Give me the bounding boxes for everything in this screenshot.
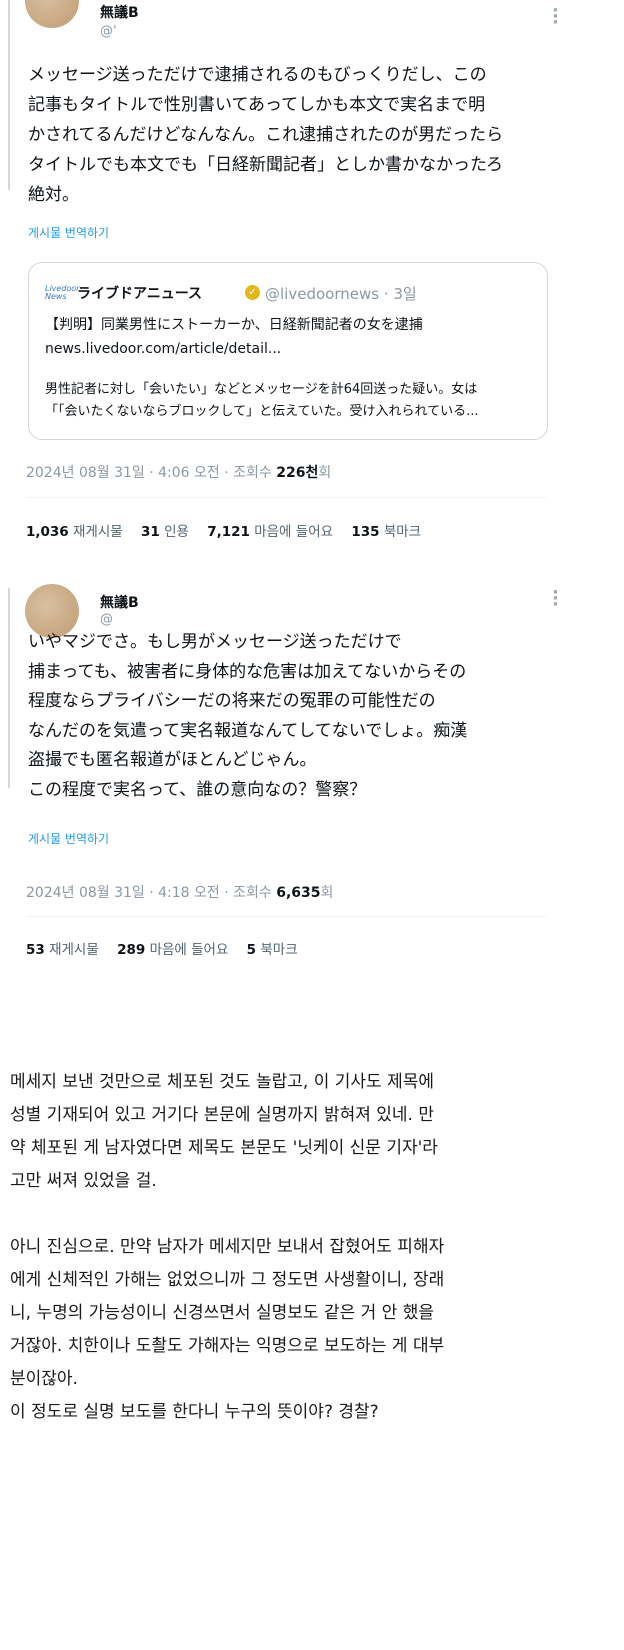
quote-desc-line: 男性記者に対し「会いたい」などとメッセージを計64回送った疑い。女は <box>45 382 478 397</box>
translation-line: 성별 기재되어 있고 거기다 본문에 실명까지 밝혀져 있네. 만 <box>10 1105 434 1125</box>
stat-label: 재게시물 <box>49 942 99 958</box>
tweet-meta: 2024년 08월 31일 · 4:18 오전 · 조회수 6,635회 <box>26 882 333 902</box>
tweet-body: メッセージ送っただけで逮捕されるのもびっくりだし、この 記事もタイトルで性別書い… <box>28 60 568 210</box>
quote-tweet-card[interactable]: Livedoor News ライブドアニュース ✓ @livedoornews … <box>28 262 548 440</box>
stat-likes[interactable]: 7,121 마음에 들어요 <box>207 524 333 540</box>
author-handle[interactable]: @ <box>100 612 113 627</box>
timestamp-views[interactable]: 2024년 08월 31일 · 4:18 오전 · 조회수 <box>26 885 276 901</box>
stat-reposts[interactable]: 1,036 재게시물 <box>26 524 123 540</box>
quote-desc-line: 「「会いたくないならブロックして」と伝えていた。受け入れられている... <box>45 404 479 419</box>
timestamp-views[interactable]: 2024년 08월 31일 · 4:06 오전 · 조회수 <box>26 465 276 481</box>
body-line: タイトルでも本文でも「日経新聞記者」としか書かなかったろ <box>28 155 503 175</box>
author-name[interactable]: 無議B <box>100 2 139 22</box>
quote-title: 【判明】同業男性にストーカーか、日経新聞記者の女を逮捕 news.livedoo… <box>45 313 535 361</box>
body-line: なんだのを気遣って実名報道なんてしてないでしょ。痴漢 <box>28 720 468 741</box>
divider <box>26 916 546 917</box>
stat-num: 1,036 <box>26 524 69 540</box>
translation-line: 약 체포된 게 남자였다면 제목도 본문도 '닛케이 신문 기자'라 <box>10 1138 438 1158</box>
translation-line: 에게 신체적인 가해는 없었으니까 그 정도면 사생활이니, 장래 <box>10 1270 445 1290</box>
thread-line <box>8 588 10 788</box>
translation-line: 고만 써져 있었을 걸. <box>10 1171 157 1191</box>
body-line: 程度ならプライバシーだの将来だの冤罪の可能性だの <box>28 691 436 711</box>
engagement-stats: 53 재게시물 289 마음에 들어요 5 북마크 <box>26 938 312 958</box>
divider <box>26 497 546 498</box>
body-line: かされてるんだけどなんなん。これ逮捕されたのが男だったら <box>28 125 504 145</box>
stat-bookmarks[interactable]: 135 북마크 <box>351 524 421 540</box>
body-line: メッセージ送っただけで逮捕されるのもびっくりだし、この <box>28 65 487 85</box>
stat-bookmarks[interactable]: 5 북마크 <box>247 942 298 958</box>
engagement-stats: 1,036 재게시물 31 인용 7,121 마음에 들어요 135 북마크 <box>26 520 435 540</box>
translation-text: 메세지 보낸 것만으로 체포된 것도 놀랍고, 이 기사도 제목에 성별 기재되… <box>10 1066 590 1462</box>
body-line: 記事もタイトルで性別書いてあってしかも本文で実名まで明 <box>28 95 486 115</box>
tweet-meta: 2024년 08월 31일 · 4:06 오전 · 조회수 226천회 <box>26 462 331 482</box>
body-line: 捕まっても、被害者に身体的な危害は加えてないからその <box>28 661 467 682</box>
more-vertical-icon[interactable]: · · · <box>552 2 559 32</box>
stat-num: 31 <box>140 524 160 540</box>
translation-line: 분이잖아. <box>10 1369 78 1389</box>
stat-num: 135 <box>351 524 380 540</box>
translation-paragraph-2: 아니 진심으로. 만약 남자가 메세지만 보내서 잡혔어도 피해자 에게 신체적… <box>10 1231 590 1429</box>
views-count: 226천 <box>276 465 319 481</box>
quote-handle-time[interactable]: @livedoornews · 3일 <box>265 283 417 304</box>
stat-quotes[interactable]: 31 인용 <box>141 524 189 540</box>
stat-num: 53 <box>26 942 45 958</box>
views-count: 6,635 <box>276 885 321 901</box>
body-line: 絶対。 <box>28 185 79 205</box>
tweet-1[interactable]: 無議B @' · · · メッセージ送っただけで逮捕されるのもびっくりだし、この 記… <box>0 0 624 560</box>
thread-line <box>8 0 10 190</box>
news-logo-icon: Livedoor News <box>45 284 80 301</box>
author-handle[interactable]: @' <box>100 24 117 39</box>
translation-line: 이 정도로 실명 보도를 한다니 누구의 뜻이야? 경찰? <box>10 1402 379 1422</box>
more-vertical-icon[interactable]: · · · <box>552 584 559 614</box>
stat-label: 마음에 들어요 <box>254 524 334 540</box>
translate-link[interactable]: 게시물 번역하기 <box>28 830 109 847</box>
translation-line: 니, 누명의 가능성이니 신경쓰면서 실명보도 같은 거 안 했을 <box>10 1303 434 1323</box>
stat-label: 인용 <box>164 524 189 540</box>
stat-label: 마음에 들어요 <box>149 942 229 958</box>
stat-label: 재게시물 <box>73 524 123 540</box>
stat-num: 289 <box>117 942 146 958</box>
body-line: この程度で実名って、誰の意向なの？警察？ <box>28 779 367 800</box>
views-suffix: 회 <box>318 465 332 481</box>
quote-description: 男性記者に対し「会いたい」などとメッセージを計64回送った疑い。女は 「「会いた… <box>45 379 541 423</box>
translation-line: 거잖아. 치한이나 도촬도 가해자는 익명으로 보도하는 게 대부 <box>10 1336 445 1356</box>
stat-num: 5 <box>246 942 257 958</box>
translate-link[interactable]: 게시물 번역하기 <box>28 224 109 241</box>
verified-badge-icon: ✓ <box>245 285 260 300</box>
quote-link[interactable]: news.livedoor.com/article/detail... <box>45 337 535 361</box>
stat-likes[interactable]: 289 마음에 들어요 <box>117 942 228 958</box>
stat-label: 북마크 <box>260 942 298 958</box>
translation-line: 아니 진심으로. 만약 남자가 메세지만 보내서 잡혔어도 피해자 <box>10 1237 445 1257</box>
stat-num: 7,121 <box>207 524 250 540</box>
translation-line: 메세지 보낸 것만으로 체포된 것도 놀랍고, 이 기사도 제목에 <box>10 1072 434 1092</box>
quote-author-name[interactable]: ライブドアニュース <box>77 283 202 303</box>
news-logo-text: Livedoor News <box>45 284 80 301</box>
translation-paragraph-1: 메세지 보낸 것만으로 체포된 것도 놀랍고, 이 기사도 제목에 성별 기재되… <box>10 1066 590 1198</box>
body-line: いやマジでさ。もし男がメッセージ送っただけで <box>28 632 402 652</box>
views-suffix: 회 <box>320 885 334 901</box>
stat-reposts[interactable]: 53 재게시물 <box>26 942 99 958</box>
author-name[interactable]: 無議B <box>100 592 139 612</box>
stat-label: 북마크 <box>383 524 422 540</box>
quote-title-text: 【判明】同業男性にストーカーか、日経新聞記者の女を逮捕 <box>45 317 423 333</box>
tweet-2[interactable]: 無議B @ · · · いやマジでさ。もし男がメッセージ送っただけで 捕まっても、被… <box>0 576 624 1016</box>
tweet-body: いやマジでさ。もし男がメッセージ送っただけで 捕まっても、被害者に身体的な危害は… <box>28 628 568 805</box>
body-line: 盗撮でも匿名報道がほとんどじゃん。 <box>28 750 317 770</box>
avatar[interactable] <box>25 0 79 28</box>
